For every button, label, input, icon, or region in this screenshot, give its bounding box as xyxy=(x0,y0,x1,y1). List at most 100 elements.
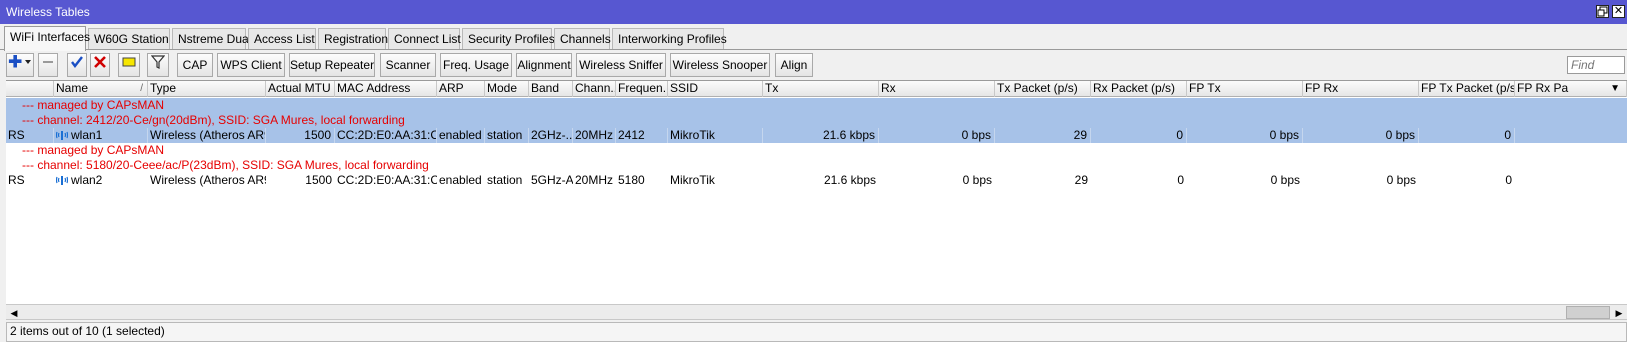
column-header-mac-address[interactable]: MAC Address xyxy=(335,81,437,97)
comment-text: --- managed by CAPsMAN xyxy=(22,98,165,112)
scroll-left-icon[interactable]: ◀ xyxy=(9,308,19,318)
toolbar: CAP WPS Client Setup Repeater Scanner Fr… xyxy=(0,52,1627,78)
column-header-type[interactable]: Type xyxy=(148,81,266,97)
scrollbar-thumb[interactable] xyxy=(1566,306,1610,319)
alignment-button[interactable]: Alignment xyxy=(516,53,572,77)
comment-text: --- channel: 5180/20-Ceee/ac/P(23dBm), S… xyxy=(22,158,429,172)
fp-rx-cell: 0 bps xyxy=(1386,173,1416,187)
column-header-tx[interactable]: Tx xyxy=(763,81,879,97)
tab-connect-list[interactable]: Connect List xyxy=(388,28,461,50)
ssid-cell: MikroTik xyxy=(668,128,763,143)
tab-divider xyxy=(0,49,1627,50)
tab-bar: WiFi Interfaces W60G Station Nstreme Dua… xyxy=(0,26,1627,51)
name-cell: wlan1 xyxy=(54,128,148,143)
tab-interworking-profiles[interactable]: Interworking Profiles xyxy=(612,28,727,50)
flags-column-header[interactable] xyxy=(6,81,54,97)
fp-tx-cell: 0 bps xyxy=(1187,128,1303,143)
wireless-interface-icon xyxy=(55,129,69,143)
column-header-name[interactable]: Name / xyxy=(54,81,148,97)
disable-button[interactable] xyxy=(90,53,110,77)
window-title: Wireless Tables xyxy=(6,5,90,19)
column-header-fp-tx-packet[interactable]: FP Tx Packet (p/s) xyxy=(1419,81,1515,97)
add-icon xyxy=(8,54,32,72)
setup-repeater-button[interactable]: Setup Repeater xyxy=(289,53,375,77)
frequency-cell: 2412 xyxy=(616,128,668,143)
mac-cell: CC:2D:E0:AA:31:CA xyxy=(337,128,437,143)
name-text: wlan2 xyxy=(71,173,103,187)
horizontal-scrollbar[interactable]: ◀ ▶ xyxy=(6,304,1627,320)
tab-registration[interactable]: Registration xyxy=(318,28,388,50)
tab-w60g-station[interactable]: W60G Station xyxy=(88,28,170,50)
fp-tx-packet-cell: 0 xyxy=(1505,173,1512,187)
wireless-snooper-button[interactable]: Wireless Snooper xyxy=(670,53,770,77)
columns-dropdown-icon[interactable]: ▼ xyxy=(1610,81,1620,96)
close-icon[interactable]: ✕ xyxy=(1612,5,1625,18)
remove-icon xyxy=(41,58,55,72)
align-button[interactable]: Align xyxy=(775,53,813,77)
name-text: wlan1 xyxy=(71,128,103,142)
filter-icon xyxy=(150,55,166,72)
column-header-rx[interactable]: Rx xyxy=(879,81,995,97)
wps-client-button[interactable]: WPS Client xyxy=(217,53,285,77)
fp-rx-cell: 0 bps xyxy=(1303,128,1419,143)
fp-tx-packet-cell: 0 xyxy=(1419,128,1515,143)
column-header-fp-rx-packet[interactable]: FP Rx Pa ▼ xyxy=(1515,81,1627,97)
remove-button[interactable] xyxy=(38,53,58,77)
rx-packet-cell: 0 xyxy=(1091,128,1187,143)
scroll-right-icon[interactable]: ▶ xyxy=(1614,308,1624,318)
tab-wifi-interfaces[interactable]: WiFi Interfaces xyxy=(4,26,90,51)
tab-security-profiles[interactable]: Security Profiles xyxy=(462,28,555,50)
comment-icon xyxy=(121,57,137,72)
enable-button[interactable] xyxy=(67,53,87,77)
column-header-ssid[interactable]: SSID xyxy=(668,81,763,97)
tab-access-list[interactable]: Access List xyxy=(248,28,316,50)
comment-button[interactable] xyxy=(118,53,140,77)
comment-text: --- channel: 2412/20-Ce/gn(20dBm), SSID:… xyxy=(22,113,405,127)
table-row-comment[interactable]: --- managed by CAPsMAN xyxy=(6,98,1627,113)
band-cell: 2GHz-... xyxy=(531,128,573,143)
channel-cell: 20MHz xyxy=(575,173,614,187)
scanner-button[interactable]: Scanner xyxy=(380,53,436,77)
rx-cell: 0 bps xyxy=(962,173,992,187)
mode-cell: station xyxy=(487,173,523,187)
comment-text: --- managed by CAPsMAN xyxy=(22,143,165,157)
table-row[interactable]: RS wlan2 Wireless (Atheros AR9... 1500 C… xyxy=(6,173,1627,188)
column-header-fp-tx[interactable]: FP Tx xyxy=(1187,81,1303,97)
column-header-band[interactable]: Band xyxy=(529,81,573,97)
freq-usage-button[interactable]: Freq. Usage xyxy=(440,53,512,77)
column-header-arp[interactable]: ARP xyxy=(437,81,485,97)
cap-button[interactable]: CAP xyxy=(177,53,213,77)
column-header-channel[interactable]: Chann... xyxy=(573,81,616,97)
tab-nstreme-dual[interactable]: Nstreme Dual xyxy=(172,28,251,50)
type-cell: Wireless (Atheros AR9... xyxy=(150,173,266,187)
sort-icon: / xyxy=(140,83,143,94)
find-input[interactable] xyxy=(1567,56,1625,74)
table-row-comment[interactable]: --- channel: 5180/20-Ceee/ac/P(23dBm), S… xyxy=(6,158,1627,173)
column-header-rx-packet[interactable]: Rx Packet (p/s) xyxy=(1091,81,1187,97)
column-header-actual-mtu[interactable]: Actual MTU xyxy=(266,81,335,97)
tab-channels[interactable]: Channels xyxy=(554,28,611,50)
flags-cell: RS xyxy=(6,128,54,143)
restore-icon[interactable] xyxy=(1596,5,1609,18)
wireless-sniffer-button[interactable]: Wireless Sniffer xyxy=(576,53,666,77)
mtu-cell: 1500 xyxy=(266,128,335,143)
table-row[interactable]: RS wlan1 Wireless (Atheros AR9... 1500 C… xyxy=(6,128,1627,143)
ssid-cell: MikroTik xyxy=(670,173,715,187)
mode-cell: station xyxy=(485,128,529,143)
table-row-comment[interactable]: --- managed by CAPsMAN xyxy=(6,143,1627,158)
band-cell: 5GHz-A xyxy=(531,173,573,187)
name-cell: wlan2 xyxy=(54,173,148,188)
column-header-frequency[interactable]: Frequen... xyxy=(616,81,668,97)
rx-packet-cell: 0 xyxy=(1177,173,1184,187)
wireless-interface-icon xyxy=(55,174,69,188)
column-header-mode[interactable]: Mode xyxy=(485,81,529,97)
column-label: FP Rx Pa xyxy=(1517,81,1569,95)
filter-button[interactable] xyxy=(147,53,169,77)
column-header-fp-rx[interactable]: FP Rx xyxy=(1303,81,1419,97)
add-button[interactable] xyxy=(6,53,34,77)
tx-packet-cell: 29 xyxy=(995,128,1091,143)
column-header-tx-packet[interactable]: Tx Packet (p/s) xyxy=(995,81,1091,97)
table-row-comment[interactable]: --- channel: 2412/20-Ce/gn(20dBm), SSID:… xyxy=(6,113,1627,128)
mac-cell: CC:2D:E0:AA:31:C9 xyxy=(337,173,437,187)
status-bar: 2 items out of 10 (1 selected) xyxy=(6,322,1627,342)
